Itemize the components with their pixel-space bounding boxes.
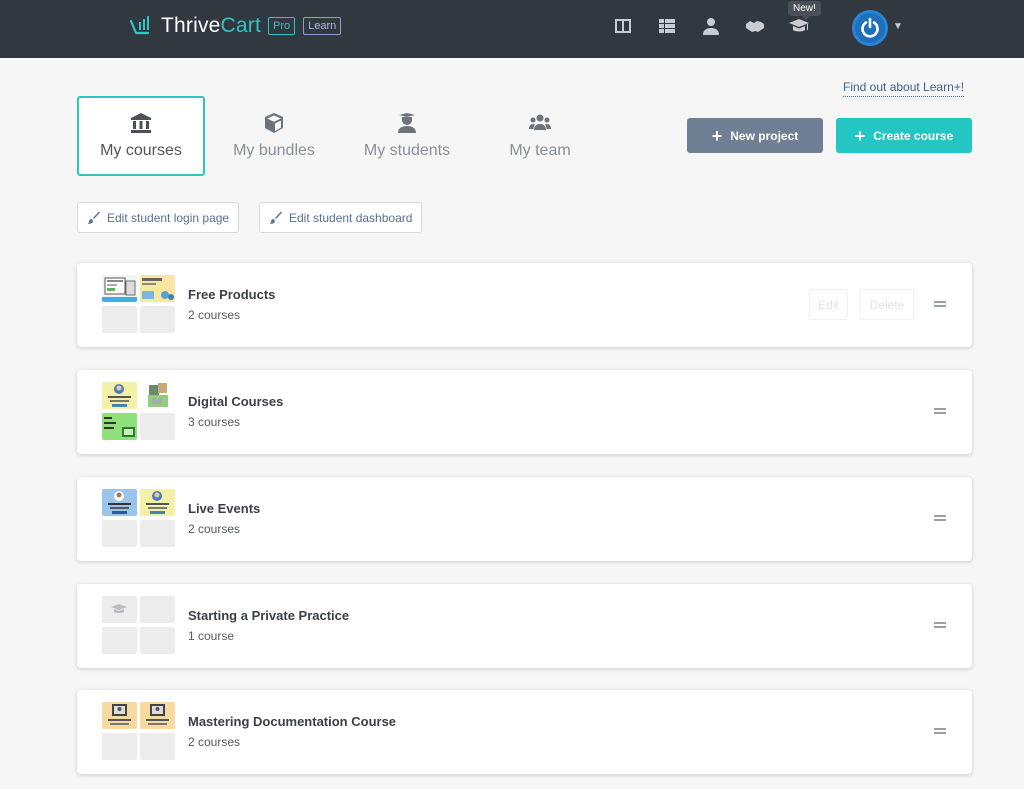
edit-project-button[interactable]: Edit: [809, 289, 848, 320]
team-icon: [529, 114, 551, 130]
brush-icon: [87, 211, 100, 224]
course-thumbnail: [102, 702, 137, 729]
project-title[interactable]: Digital Courses: [188, 394, 283, 409]
course-thumbnail: [102, 413, 137, 440]
pro-badge: Pro: [268, 17, 296, 35]
project-title[interactable]: Starting a Private Practice: [188, 608, 349, 623]
course-thumbnail: [140, 382, 175, 409]
project-course-count: 3 courses: [188, 415, 241, 429]
project-card[interactable]: Starting a Private Practice 1 course: [77, 584, 972, 668]
course-thumbnail: [140, 275, 175, 302]
course-thumbnails: [102, 489, 178, 547]
drag-handle-icon[interactable]: [934, 301, 946, 307]
course-thumbnail: [140, 702, 175, 729]
project-card[interactable]: Digital Courses 3 courses: [77, 370, 972, 454]
brush-icon: [269, 211, 282, 224]
tab-my-bundles[interactable]: My bundles: [210, 96, 338, 176]
course-thumbnails: [102, 275, 178, 333]
tab-my-courses[interactable]: My courses: [77, 96, 205, 176]
tab-label: My students: [363, 142, 451, 159]
project-card[interactable]: Live Events 2 courses: [77, 477, 972, 561]
plus-icon: +: [854, 125, 866, 146]
drag-handle-icon[interactable]: [934, 408, 946, 414]
thrivecart-logo[interactable]: ThriveCart Pro Learn: [129, 13, 342, 39]
drag-handle-icon[interactable]: [934, 622, 946, 628]
project-title[interactable]: Live Events: [188, 501, 260, 516]
dashboard-icon[interactable]: [612, 15, 634, 37]
course-thumbnail: [140, 306, 175, 333]
drag-handle-icon[interactable]: [934, 728, 946, 734]
edit-student-login-button[interactable]: Edit student login page: [77, 202, 240, 233]
affiliate-icon[interactable]: [744, 15, 766, 37]
course-thumbnail: [140, 733, 175, 760]
course-thumbnail: [102, 489, 137, 516]
course-thumbnails: [102, 382, 178, 440]
delete-project-button[interactable]: Delete: [860, 289, 914, 320]
products-icon[interactable]: [656, 15, 678, 37]
project-course-count: 1 course: [188, 629, 235, 643]
course-thumbnail: [102, 382, 137, 409]
logo-text: ThriveCart: [161, 14, 262, 37]
new-badge: New!: [788, 1, 821, 20]
project-course-count: 2 courses: [188, 522, 241, 536]
project-title[interactable]: Mastering Documentation Course: [188, 714, 396, 729]
project-card[interactable]: Free Products 2 courses Edit Delete: [77, 263, 972, 347]
course-thumbnails: [102, 596, 178, 654]
project-title[interactable]: Free Products: [188, 287, 275, 302]
course-thumbnail: [140, 627, 175, 654]
course-thumbnail: [102, 275, 137, 302]
top-navbar: ThriveCart Pro Learn New! ▼: [0, 0, 1024, 58]
tab-my-students[interactable]: My students: [343, 96, 471, 176]
project-course-count: 2 courses: [188, 308, 241, 322]
project-card[interactable]: Mastering Documentation Course 2 courses: [77, 690, 972, 774]
drag-handle-icon[interactable]: [934, 515, 946, 521]
tab-label: My courses: [100, 142, 182, 159]
tab-label: My bundles: [233, 142, 315, 159]
course-thumbnail: [102, 520, 137, 547]
edit-student-dashboard-button[interactable]: Edit student dashboard: [259, 202, 423, 233]
bank-icon: [131, 113, 151, 133]
course-thumbnail: [140, 596, 175, 623]
plus-icon: +: [711, 125, 723, 146]
course-thumbnail: [102, 306, 137, 333]
course-thumbnail: [102, 627, 137, 654]
course-thumbnail: [140, 489, 175, 516]
course-thumbnail: [102, 733, 137, 760]
power-icon: [861, 17, 879, 38]
course-thumbnails: [102, 702, 178, 760]
course-thumbnail: [140, 520, 175, 547]
new-project-button[interactable]: + New project: [687, 118, 823, 153]
create-course-button[interactable]: + Create course: [836, 118, 972, 153]
cube-icon: [265, 113, 283, 133]
account-avatar[interactable]: [852, 10, 888, 46]
learn-plus-link[interactable]: Find out about Learn+!: [843, 80, 965, 97]
tab-label: My team: [509, 142, 571, 159]
customer-icon[interactable]: [700, 15, 722, 37]
course-thumbnail: [140, 413, 175, 440]
project-course-count: 2 courses: [188, 735, 241, 749]
cart-logo-icon: [129, 16, 150, 35]
chevron-down-icon[interactable]: ▼: [893, 21, 903, 32]
tab-my-team[interactable]: My team: [476, 96, 604, 176]
course-thumbnail: [102, 596, 137, 623]
learn-badge: Learn: [303, 17, 342, 35]
student-icon: [398, 113, 416, 133]
